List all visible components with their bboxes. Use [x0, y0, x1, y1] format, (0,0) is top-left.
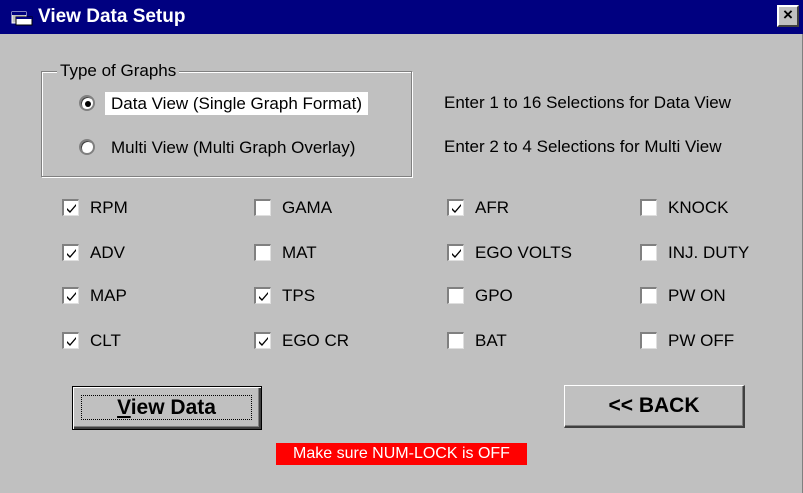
checkbox-box[interactable] [254, 244, 271, 261]
checkbox-box[interactable] [62, 287, 79, 304]
checkbox-label[interactable]: GAMA [282, 197, 332, 219]
check-mark-icon [67, 337, 76, 346]
checkbox-box[interactable] [447, 287, 464, 304]
radio-multi-view[interactable]: Multi View (Multi Graph Overlay) [79, 136, 409, 160]
checkbox-label[interactable]: PW ON [668, 285, 726, 307]
radio-selected-dot [85, 101, 91, 107]
checkbox-box[interactable] [62, 332, 79, 349]
checkbox-box[interactable] [640, 199, 657, 216]
checkbox-label[interactable]: INJ. DUTY [668, 242, 749, 264]
app-window-icon [11, 11, 33, 26]
checkbox-box[interactable] [447, 332, 464, 349]
checkbox-label[interactable]: EGO CR [282, 330, 349, 352]
back-button[interactable]: << BACK [564, 385, 745, 428]
checkbox-label[interactable]: GPO [475, 285, 513, 307]
checkbox-box[interactable] [640, 244, 657, 261]
check-mark-icon [67, 204, 76, 213]
graph-type-group [41, 71, 412, 177]
checkbox-box[interactable] [62, 244, 79, 261]
check-mark-icon [259, 292, 268, 301]
check-mark-icon [67, 292, 76, 301]
num-lock-warning: Make sure NUM-LOCK is OFF [276, 443, 527, 465]
radio-data-view-label[interactable]: Data View (Single Graph Format) [105, 92, 369, 115]
view-data-setup-window: View Data Setup × Type of Graphs Data Vi… [0, 0, 803, 493]
checkbox-box[interactable] [254, 332, 271, 349]
checkbox-box[interactable] [447, 244, 464, 261]
checkbox-label[interactable]: AFR [475, 197, 509, 219]
window-title: View Data Setup [38, 6, 186, 27]
checkbox-label[interactable]: ADV [90, 242, 125, 264]
checkbox-label[interactable]: TPS [282, 285, 315, 307]
radio-multi-view-label[interactable]: Multi View (Multi Graph Overlay) [105, 136, 361, 159]
check-mark-icon [67, 249, 76, 258]
checkbox-label[interactable]: RPM [90, 197, 128, 219]
radio-data-view-circle[interactable] [79, 95, 95, 111]
close-button[interactable]: × [777, 5, 799, 27]
data-view-hint: Enter 1 to 16 Selections for Data View [444, 93, 731, 112]
check-mark-icon [452, 204, 461, 213]
checkbox-box[interactable] [447, 199, 464, 216]
graph-type-legend: Type of Graphs [57, 61, 180, 81]
checkbox-label[interactable]: BAT [475, 330, 507, 352]
checkbox-label[interactable]: MAT [282, 242, 317, 264]
checkbox-label[interactable]: CLT [90, 330, 121, 352]
checkbox-label[interactable]: PW OFF [668, 330, 734, 352]
checkbox-label[interactable]: KNOCK [668, 197, 728, 219]
check-mark-icon [452, 249, 461, 258]
checkbox-box[interactable] [254, 287, 271, 304]
view-data-button[interactable]: View Data [72, 386, 262, 430]
checkbox-box[interactable] [254, 199, 271, 216]
checkbox-label[interactable]: EGO VOLTS [475, 242, 572, 264]
checkbox-box[interactable] [640, 332, 657, 349]
multi-view-hint: Enter 2 to 4 Selections for Multi View [444, 137, 722, 156]
checkbox-box[interactable] [62, 199, 79, 216]
checkbox-box[interactable] [640, 287, 657, 304]
title-bar[interactable]: View Data Setup × [0, 0, 803, 34]
view-data-focus-rect: View Data [81, 395, 252, 420]
radio-multi-view-circle[interactable] [79, 139, 95, 155]
close-icon: × [783, 5, 793, 24]
check-mark-icon [259, 337, 268, 346]
radio-data-view[interactable]: Data View (Single Graph Format) [79, 92, 409, 116]
checkbox-label[interactable]: MAP [90, 285, 127, 307]
view-data-label: View Data [117, 396, 216, 419]
